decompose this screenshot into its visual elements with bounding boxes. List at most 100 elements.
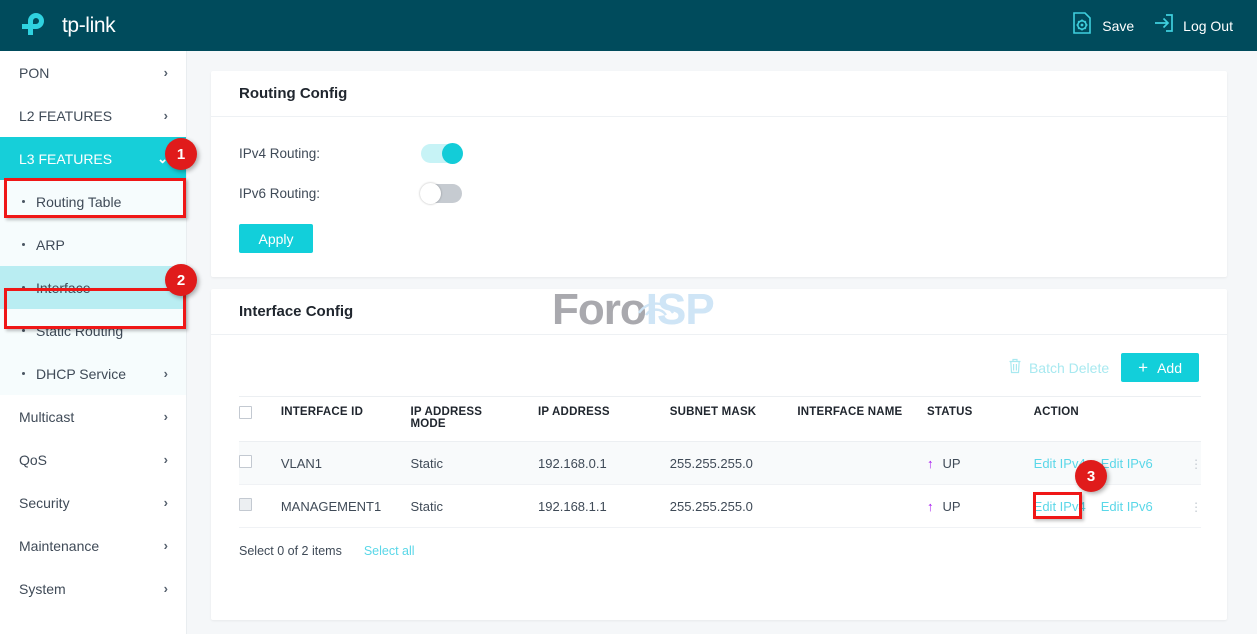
chevron-right-icon: ›: [163, 409, 168, 424]
arrow-up-icon: ↑: [927, 498, 934, 514]
edit-ipv4-link[interactable]: Edit IPv4: [1034, 499, 1086, 514]
ipv6-routing-row: IPv6 Routing:: [211, 175, 1227, 211]
routing-config-title: Routing Config: [239, 85, 348, 102]
batch-delete-button[interactable]: Batch Delete: [1008, 358, 1109, 377]
ipv4-routing-toggle[interactable]: [421, 142, 463, 164]
sidebar-item-label: Maintenance: [19, 537, 100, 554]
column-label: IP ADDRESS MODE: [410, 406, 483, 430]
interface-table-toolbar: Batch Delete + Add: [211, 335, 1227, 382]
sidebar-item-pon[interactable]: PON ›: [0, 51, 186, 94]
sidebar-item-multicast[interactable]: Multicast ›: [0, 395, 186, 438]
sidebar-subitem-label: ARP: [36, 236, 65, 253]
save-gear-document-icon: [1071, 11, 1093, 40]
sidebar-item-security[interactable]: Security ›: [0, 481, 186, 524]
status-label: UP: [942, 498, 961, 514]
cell-interface-id: MANAGEMENT1: [280, 484, 411, 528]
sidebar-subitem-static-routing[interactable]: Static Routing: [0, 309, 186, 352]
column-action: ACTION: [1033, 396, 1201, 442]
cell-action: Edit IPv4 Edit IPv6 · · ·: [1033, 441, 1201, 485]
column-ip-address-mode: IP ADDRESS MODE: [410, 396, 539, 442]
table-row: VLAN1 Static 192.168.0.1 255.255.255.0 ↑…: [239, 441, 1201, 485]
save-button[interactable]: Save: [1071, 11, 1134, 40]
sidebar-item-system[interactable]: System ›: [0, 567, 186, 610]
column-subnet-mask: SUBNET MASK: [669, 396, 798, 442]
sidebar-item-label: PON: [19, 64, 50, 81]
ipv4-routing-label: IPv4 Routing:: [239, 145, 321, 161]
sidebar-subitem-dhcp-service[interactable]: DHCP Service ›: [0, 352, 186, 395]
sidebar-item-label: L3 FEATURES: [19, 150, 113, 167]
bullet-icon: [22, 243, 25, 246]
cell-ip-address: 192.168.0.1: [538, 441, 670, 485]
ipv4-routing-row: IPv4 Routing:: [211, 135, 1227, 171]
column-status: STATUS: [927, 396, 1034, 442]
sidebar-item-qos[interactable]: QoS ›: [0, 438, 186, 481]
sidebar-subitem-routing-table[interactable]: Routing Table: [0, 180, 186, 223]
kebab-menu-icon[interactable]: · · ·: [1194, 452, 1199, 474]
toggle-knob: [442, 142, 463, 164]
row-checkbox[interactable]: [239, 498, 252, 511]
chevron-right-icon: ›: [163, 65, 168, 80]
column-interface-id: INTERFACE ID: [280, 396, 411, 442]
edit-ipv4-link[interactable]: Edit IPv4: [1034, 456, 1086, 471]
sidebar-item-label: Security: [19, 494, 70, 511]
cell-interface-name: [797, 484, 927, 528]
logout-label: Log Out: [1183, 17, 1233, 34]
cell-interface-name: [797, 441, 927, 485]
cell-status: ↑ UP: [927, 441, 1034, 485]
chevron-down-icon: ⌄: [157, 150, 168, 166]
batch-delete-label: Batch Delete: [1028, 359, 1110, 376]
interface-table: INTERFACE ID IP ADDRESS MODE IP ADDRESS …: [239, 396, 1201, 528]
sidebar-subitem-interface[interactable]: Interface: [0, 266, 186, 309]
header-actions: Save Log Out: [1071, 11, 1233, 40]
cell-ip-address-mode: Static: [410, 484, 539, 528]
chevron-right-icon: ›: [163, 495, 168, 510]
status-label: UP: [942, 455, 961, 471]
sidebar-item-label: Multicast: [19, 408, 75, 425]
routing-config-panel: Routing Config IPv4 Routing: IPv6 Routin…: [211, 71, 1227, 277]
cell-subnet-mask: 255.255.255.0: [669, 441, 798, 485]
edit-ipv6-link[interactable]: Edit IPv6: [1101, 456, 1153, 471]
plus-icon: +: [1138, 358, 1149, 377]
sidebar-subitem-arp[interactable]: ARP: [0, 223, 186, 266]
table-header-row: INTERFACE ID IP ADDRESS MODE IP ADDRESS …: [239, 396, 1201, 442]
select-all-checkbox[interactable]: [239, 406, 252, 419]
add-button[interactable]: + Add: [1121, 353, 1199, 382]
interface-config-title: Interface Config: [239, 303, 354, 320]
bullet-icon: [22, 200, 25, 203]
chevron-right-icon: ›: [163, 108, 168, 123]
row-checkbox[interactable]: [239, 455, 252, 468]
ipv6-routing-label: IPv6 Routing:: [239, 185, 321, 201]
edit-ipv6-link[interactable]: Edit IPv6: [1101, 499, 1153, 514]
column-ip-address: IP ADDRESS: [538, 396, 670, 442]
tplink-logo-icon: [22, 9, 55, 42]
brand-logo[interactable]: tp-link: [22, 9, 116, 42]
logout-button[interactable]: Log Out: [1152, 12, 1233, 39]
row-select-cell: [239, 441, 281, 485]
sidebar-item-maintenance[interactable]: Maintenance ›: [0, 524, 186, 567]
apply-button[interactable]: Apply: [239, 224, 313, 253]
arrow-up-icon: ↑: [927, 455, 934, 471]
chevron-right-icon: ›: [163, 366, 168, 381]
select-all-link[interactable]: Select all: [364, 544, 415, 558]
toggle-knob: [420, 182, 441, 204]
row-select-cell: [239, 484, 281, 528]
trash-icon: [1008, 358, 1022, 377]
sidebar-item-label: System: [19, 580, 66, 597]
sidebar-item-l2-features[interactable]: L2 FEATURES ›: [0, 94, 186, 137]
cell-interface-id: VLAN1: [280, 441, 411, 485]
kebab-menu-icon[interactable]: · · ·: [1194, 495, 1199, 517]
chevron-right-icon: ›: [163, 581, 168, 596]
logout-arrow-icon: [1152, 12, 1174, 39]
chevron-right-icon: ›: [163, 452, 168, 467]
top-header-bar: tp-link Save Log Out: [0, 0, 1257, 51]
bullet-icon: [22, 286, 25, 289]
column-interface-name: INTERFACE NAME: [797, 396, 927, 442]
select-all-header-cell: [239, 396, 281, 442]
ipv6-routing-toggle[interactable]: [420, 182, 462, 204]
interface-config-header: Interface Config: [211, 289, 1227, 335]
add-label: Add: [1157, 359, 1182, 376]
cell-ip-address-mode: Static: [410, 441, 539, 485]
sidebar-item-l3-features[interactable]: L3 FEATURES ⌄: [0, 137, 186, 180]
sidebar-subitem-label: Routing Table: [36, 193, 122, 210]
sidebar-subitem-label: Static Routing: [36, 322, 124, 339]
